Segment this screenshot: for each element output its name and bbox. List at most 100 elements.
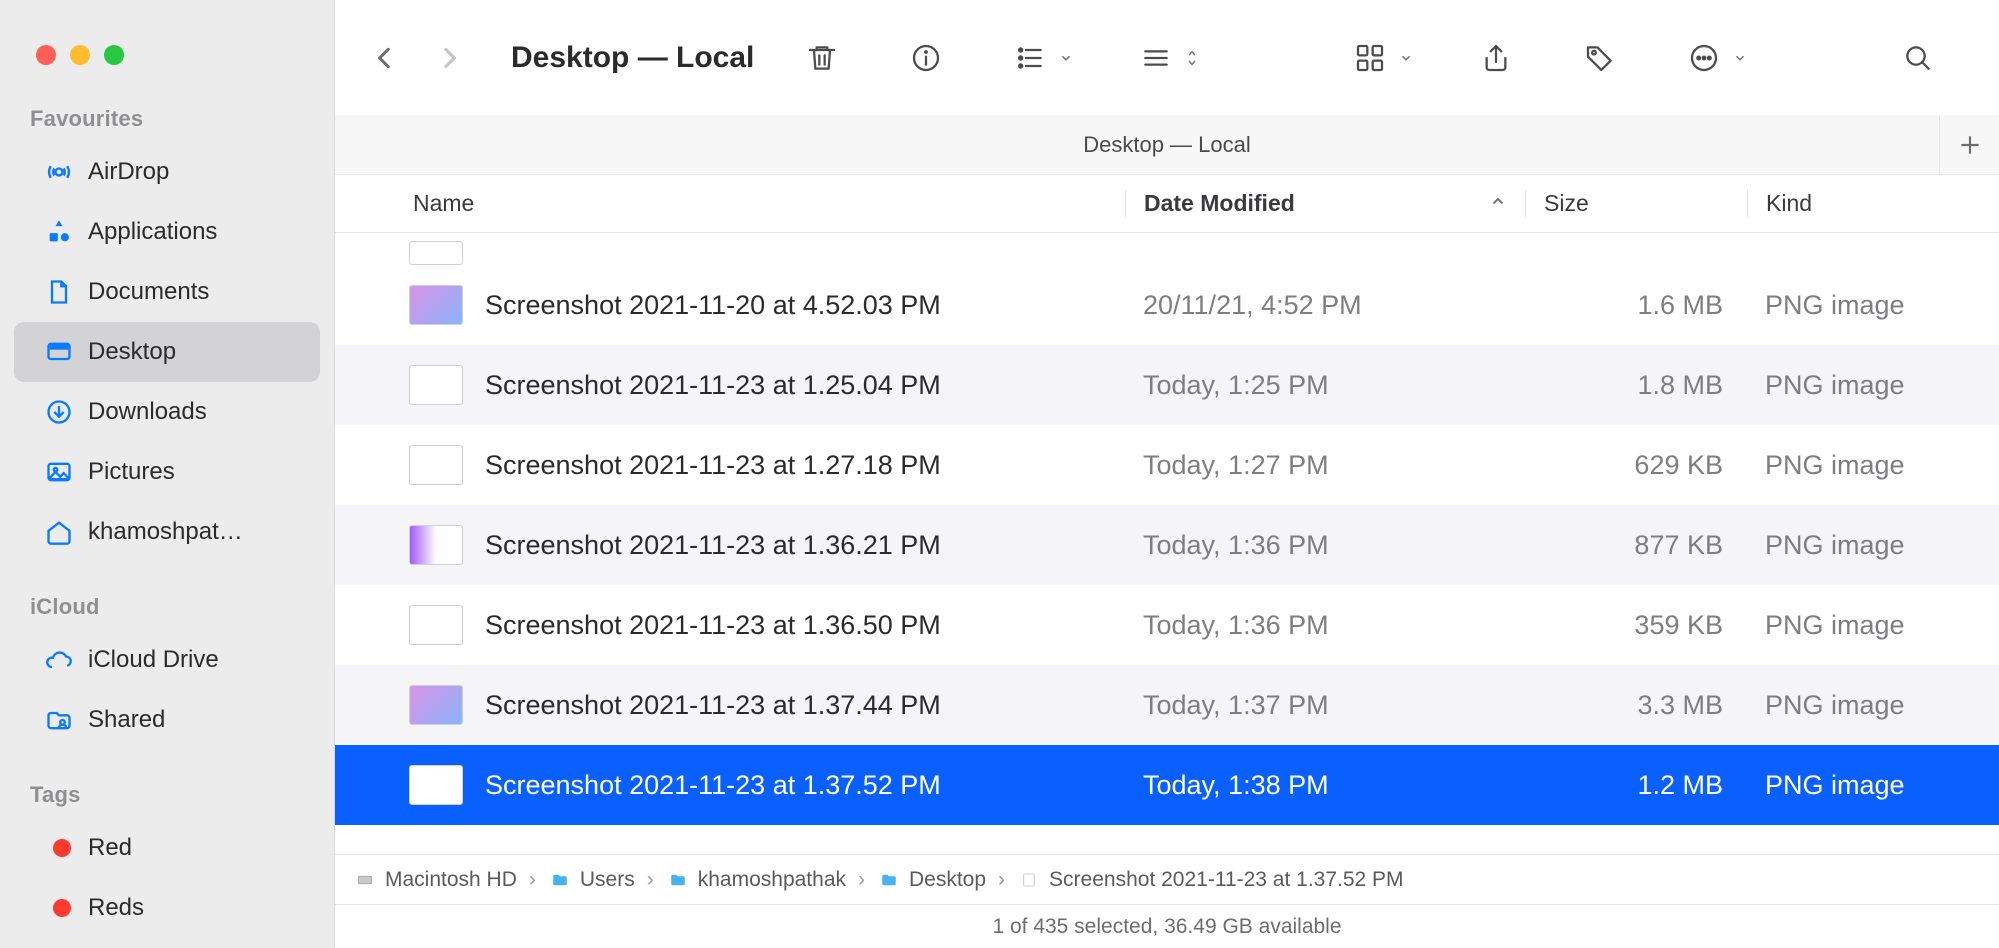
tab-title[interactable]: Desktop — Local <box>1083 132 1251 158</box>
sidebar-section-label: Favourites <box>0 100 334 142</box>
path-segment[interactable]: Screenshot 2021-11-23 at 1.37.52 PM <box>1017 868 1404 892</box>
file-row[interactable]: Screenshot 2021-11-23 at 1.37.44 PMToday… <box>335 665 1999 745</box>
forward-button[interactable] <box>427 36 471 80</box>
path-segment[interactable]: Macintosh HD <box>353 868 517 892</box>
path-segment[interactable]: khamoshpathak <box>666 868 846 892</box>
sidebar-item-label: khamoshpat… <box>88 518 243 546</box>
file-kind: PNG image <box>1747 450 1999 481</box>
share-button[interactable] <box>1475 37 1517 79</box>
sidebar-item-label: Downloads <box>88 398 207 426</box>
file-date: 20/11/21, 4:52 PM <box>1125 290 1525 321</box>
file-size: 629 KB <box>1525 450 1747 481</box>
sidebar-item-documents[interactable]: Documents <box>14 262 320 322</box>
chevron-down-icon <box>1059 51 1073 65</box>
column-header-name[interactable]: Name <box>335 190 1125 217</box>
sidebar-item-downloads[interactable]: Downloads <box>14 382 320 442</box>
file-icon <box>1017 870 1041 890</box>
path-segment-label: Users <box>580 868 635 892</box>
file-kind: PNG image <box>1747 290 1999 321</box>
info-button[interactable] <box>905 37 947 79</box>
folder-icon <box>548 870 572 890</box>
file-row[interactable]: Screenshot 2021-11-23 at 1.37.52 PMToday… <box>335 745 1999 825</box>
file-date: Today, 1:38 PM <box>1125 770 1525 801</box>
column-header-kind[interactable]: Kind <box>1747 190 1999 217</box>
sidebar-item-airdrop[interactable]: AirDrop <box>14 142 320 202</box>
file-thumbnail-icon <box>409 365 463 405</box>
toolbar: Desktop — Local <box>335 0 1999 115</box>
group-button[interactable] <box>1009 37 1073 79</box>
column-header-date[interactable]: Date Modified <box>1125 190 1525 217</box>
sidebar-item-icloud-drive[interactable]: iCloud Drive <box>14 630 320 690</box>
file-kind: PNG image <box>1747 610 1999 641</box>
minimize-window-button[interactable] <box>70 45 90 65</box>
cloud-icon <box>44 645 74 675</box>
file-row[interactable]: Screenshot 2021-11-23 at 1.36.50 PMToday… <box>335 585 1999 665</box>
sidebar-section-label: iCloud <box>0 588 334 630</box>
back-button[interactable] <box>363 36 407 80</box>
shared-icon <box>44 705 74 735</box>
file-row[interactable]: Screenshot 2021-11-23 at 1.27.18 PM Today… <box>335 425 1999 505</box>
tag-icon <box>44 893 74 923</box>
file-thumbnail-icon <box>409 525 463 565</box>
window-title: Desktop — Local <box>511 41 754 75</box>
chevron-updown-icon <box>1185 47 1199 69</box>
tab-bar: Desktop — Local <box>335 115 1999 175</box>
more-button[interactable] <box>1683 37 1747 79</box>
sidebar-item-label: Applications <box>88 218 217 246</box>
sidebar-item-pictures[interactable]: Pictures <box>14 442 320 502</box>
close-window-button[interactable] <box>36 45 56 65</box>
sidebar-item-desktop[interactable]: Desktop <box>14 322 320 382</box>
folder-icon <box>666 870 690 890</box>
sort-indicator-icon <box>1489 190 1507 217</box>
file-list: Screenshot 2021-11-20 at 4.52.03 PM20/11… <box>335 233 1999 854</box>
sidebar-item-label: Desktop <box>88 338 176 366</box>
file-date: Today, 1:25 PM <box>1125 370 1525 401</box>
home-icon <box>44 517 74 547</box>
sidebar-item-label: Shared <box>88 706 165 734</box>
sidebar: FavouritesAirDrop Applications Documents De… <box>0 0 334 948</box>
window-controls <box>0 10 334 100</box>
sidebar-item-applications[interactable]: Applications <box>14 202 320 262</box>
disk-icon <box>353 870 377 890</box>
fullscreen-window-button[interactable] <box>104 45 124 65</box>
file-thumbnail-icon <box>409 445 463 485</box>
folder-icon <box>877 870 901 890</box>
sidebar-item-reds[interactable]: Reds <box>14 878 320 938</box>
pictures-icon <box>44 457 74 487</box>
new-tab-button[interactable] <box>1939 115 1999 175</box>
path-segment-label: khamoshpathak <box>698 868 846 892</box>
icon-view-button[interactable] <box>1349 37 1413 79</box>
main-pane: Desktop — Local <box>334 0 1999 948</box>
file-date: Today, 1:27 PM <box>1125 450 1525 481</box>
file-row[interactable]: Screenshot 2021-11-20 at 4.52.03 PM20/11… <box>335 265 1999 345</box>
file-row[interactable]: Screenshot 2021-11-23 at 1.25.04 PM Today… <box>335 345 1999 425</box>
view-options-button[interactable] <box>1135 37 1199 79</box>
file-size: 3.3 MB <box>1525 690 1747 721</box>
file-size: 1.8 MB <box>1525 370 1747 401</box>
sidebar-item-khamoshpat-[interactable]: khamoshpat… <box>14 502 320 562</box>
search-button[interactable] <box>1897 37 1939 79</box>
path-segment[interactable]: Desktop <box>877 868 986 892</box>
trash-button[interactable] <box>801 37 843 79</box>
file-row[interactable]: Screenshot 2021-11-23 at 1.36.21 PMToday… <box>335 505 1999 585</box>
sidebar-item-label: Documents <box>88 278 209 306</box>
file-date: Today, 1:36 PM <box>1125 610 1525 641</box>
sidebar-item-red[interactable]: Red <box>14 818 320 878</box>
apps-icon <box>44 217 74 247</box>
path-segment-label: Macintosh HD <box>385 868 517 892</box>
sidebar-item-shared[interactable]: Shared <box>14 690 320 750</box>
tags-button[interactable] <box>1579 37 1621 79</box>
sidebar-item-label: iCloud Drive <box>88 646 219 674</box>
file-name: Screenshot 2021-11-23 at 1.25.04 PM <box>485 370 941 401</box>
path-segment[interactable]: Users <box>548 868 635 892</box>
path-segment-label: Screenshot 2021-11-23 at 1.37.52 PM <box>1049 868 1404 892</box>
file-row-partial[interactable] <box>335 233 1999 265</box>
file-thumbnail-icon <box>409 685 463 725</box>
chevron-right-icon: › <box>645 868 656 892</box>
chevron-down-icon <box>1399 51 1413 65</box>
chevron-right-icon: › <box>527 868 538 892</box>
doc-icon <box>44 277 74 307</box>
column-header-size[interactable]: Size <box>1525 190 1747 217</box>
file-name: Screenshot 2021-11-23 at 1.27.18 PM <box>485 450 941 481</box>
sidebar-section-label: Tags <box>0 776 334 818</box>
